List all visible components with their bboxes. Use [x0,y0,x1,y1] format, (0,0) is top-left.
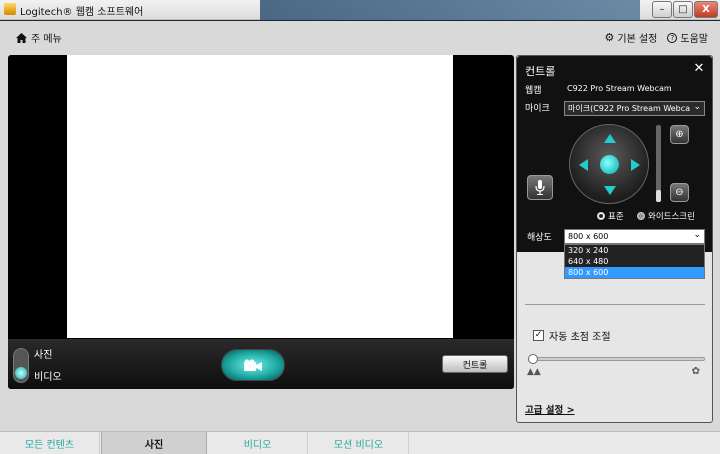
app-icon [4,3,16,15]
home-label: 주 메뉴 [31,34,62,45]
focus-slider[interactable] [528,354,705,364]
pan-tilt-pad [569,124,649,204]
flower-icon: ✿ [691,366,700,377]
mic-select-value: 마이크(C922 Pro Stream Webca [568,104,691,113]
desktop-background-strip [260,0,640,20]
app-body: 주 메뉴 ⚙ 기본 설정 ? 도움말 사진 비디오 컨트롤 컨트롤 ✕ 웹캠 C… [0,21,720,454]
mountain-icon: ▲▲ [527,367,541,377]
tab-photos[interactable]: 사진 [101,432,207,454]
preview-frame [67,55,453,338]
top-navigation: 주 메뉴 ⚙ 기본 설정 ? 도움말 [0,21,720,53]
control-panel-title: 컨트롤 [525,65,556,78]
mic-select[interactable]: 마이크(C922 Pro Stream Webca ⌄ [564,101,705,116]
aspect-wide-option[interactable]: 와이드스크린 [637,210,695,222]
resolution-option[interactable]: 320 x 240 [565,245,704,256]
radio-widescreen[interactable] [637,212,645,220]
microphone-icon [535,180,545,195]
mic-mute-button[interactable] [527,175,553,200]
autofocus-option[interactable]: ✓ 자동 초점 조절 [533,328,611,343]
tab-all-content[interactable]: 모든 컨텐츠 [0,432,100,454]
capture-control-bar: 사진 비디오 컨트롤 [8,339,514,389]
resolution-dropdown-list: 320 x 240 640 x 480 800 x 600 [564,244,705,279]
resolution-select[interactable]: 800 x 600 ⌄ [564,229,705,244]
resolution-option[interactable]: 640 x 480 [565,256,704,267]
help-icon: ? [667,32,678,43]
zoom-out-icon: ⊖ [675,187,684,198]
mode-photo-label[interactable]: 사진 [34,346,52,361]
zoom-out-button[interactable]: ⊖ [670,183,689,202]
minimize-button[interactable]: – [652,1,672,18]
home-icon [16,32,27,43]
gear-icon: ⚙ [604,31,615,44]
chevron-down-icon: ⌄ [693,102,701,112]
window-title: Logitech® 웹캠 소프트웨어 [20,7,144,18]
control-panel: 컨트롤 ✕ 웹캠 C922 Pro Stream Webcam 마이크 마이크(… [516,55,713,423]
aspect-standard-option[interactable]: 표준 [597,210,624,222]
pan-down-button[interactable] [604,186,616,195]
tab-videos[interactable]: 비디오 [208,432,308,454]
mode-video-label[interactable]: 비디오 [34,368,62,383]
pan-left-button[interactable] [579,159,588,171]
zoom-in-icon: ⊕ [675,129,684,140]
pan-right-button[interactable] [631,159,640,171]
help-label: 도움말 [680,34,708,45]
home-button[interactable]: 주 메뉴 [16,30,62,45]
webcam-name: C922 Pro Stream Webcam [567,84,672,93]
record-button[interactable] [221,349,285,381]
autofocus-label: 자동 초점 조절 [549,332,611,343]
maximize-button[interactable]: □ [673,1,693,18]
webcam-label: 웹캠 [525,86,542,96]
close-icon[interactable]: ✕ [692,62,706,76]
control-panel-dark-section: 컨트롤 ✕ 웹캠 C922 Pro Stream Webcam 마이크 마이크(… [517,56,712,252]
autofocus-checkbox[interactable]: ✓ [533,330,544,341]
content-tabs: 모든 컨텐츠 사진 비디오 모션 비디오 [0,431,720,454]
resolution-label: 해상도 [527,233,552,243]
chevron-down-icon: ⌄ [693,230,701,240]
aspect-standard-label: 표준 [608,212,624,222]
resolution-option-selected[interactable]: 800 x 600 [565,267,704,278]
advanced-settings-link[interactable]: 고급 설정 > [525,402,575,416]
settings-label: 기본 설정 [617,34,658,45]
mic-label: 마이크 [525,104,550,114]
camera-preview: 사진 비디오 컨트롤 [8,55,514,389]
pan-up-button[interactable] [604,134,616,143]
mode-toggle[interactable] [13,348,29,383]
title-bar: Logitech® 웹캠 소프트웨어 – □ X [0,0,720,20]
controls-toggle-button[interactable]: 컨트롤 [442,355,508,373]
zoom-slider[interactable] [656,125,661,202]
aspect-wide-label: 와이드스크린 [648,212,695,222]
settings-button[interactable]: ⚙ 기본 설정 [605,30,658,45]
close-window-button[interactable]: X [694,1,718,18]
radio-standard[interactable] [597,212,605,220]
mode-toggle-knob [15,367,27,379]
tab-motion-videos[interactable]: 모션 비디오 [309,432,409,454]
resolution-select-value: 800 x 600 [568,232,609,241]
focus-slider-thumb[interactable] [528,354,538,364]
help-button[interactable]: ? 도움말 [667,30,708,45]
video-camera-icon [244,359,262,371]
zoom-slider-fill [656,190,661,202]
panel-divider [525,304,705,305]
zoom-in-button[interactable]: ⊕ [670,125,689,144]
pan-center-button[interactable] [600,155,619,174]
